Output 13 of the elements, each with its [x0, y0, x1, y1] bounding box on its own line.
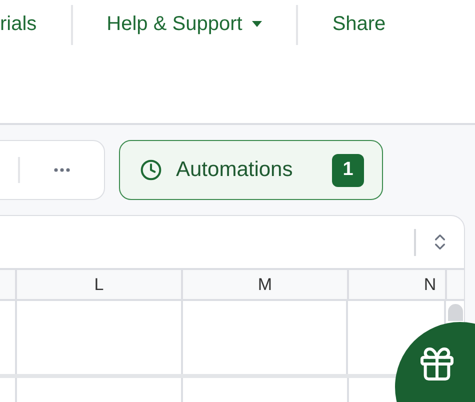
- nav-link[interactable]: Share: [298, 4, 420, 44]
- nav-link[interactable]: rials: [0, 4, 71, 44]
- column-header[interactable]: N: [349, 270, 447, 299]
- column-header[interactable]: L: [17, 270, 183, 299]
- more-button[interactable]: [54, 168, 70, 172]
- automations-button[interactable]: Automations 1: [119, 140, 383, 200]
- help-dropdown[interactable]: Help & Support: [72, 4, 296, 44]
- count-badge: 1: [332, 154, 364, 186]
- column-header[interactable]: M: [183, 270, 349, 299]
- more-icon: [54, 168, 70, 172]
- caret-icon: [252, 21, 262, 27]
- clock-icon: [140, 159, 162, 181]
- scrollbar-thumb[interactable]: [448, 304, 463, 321]
